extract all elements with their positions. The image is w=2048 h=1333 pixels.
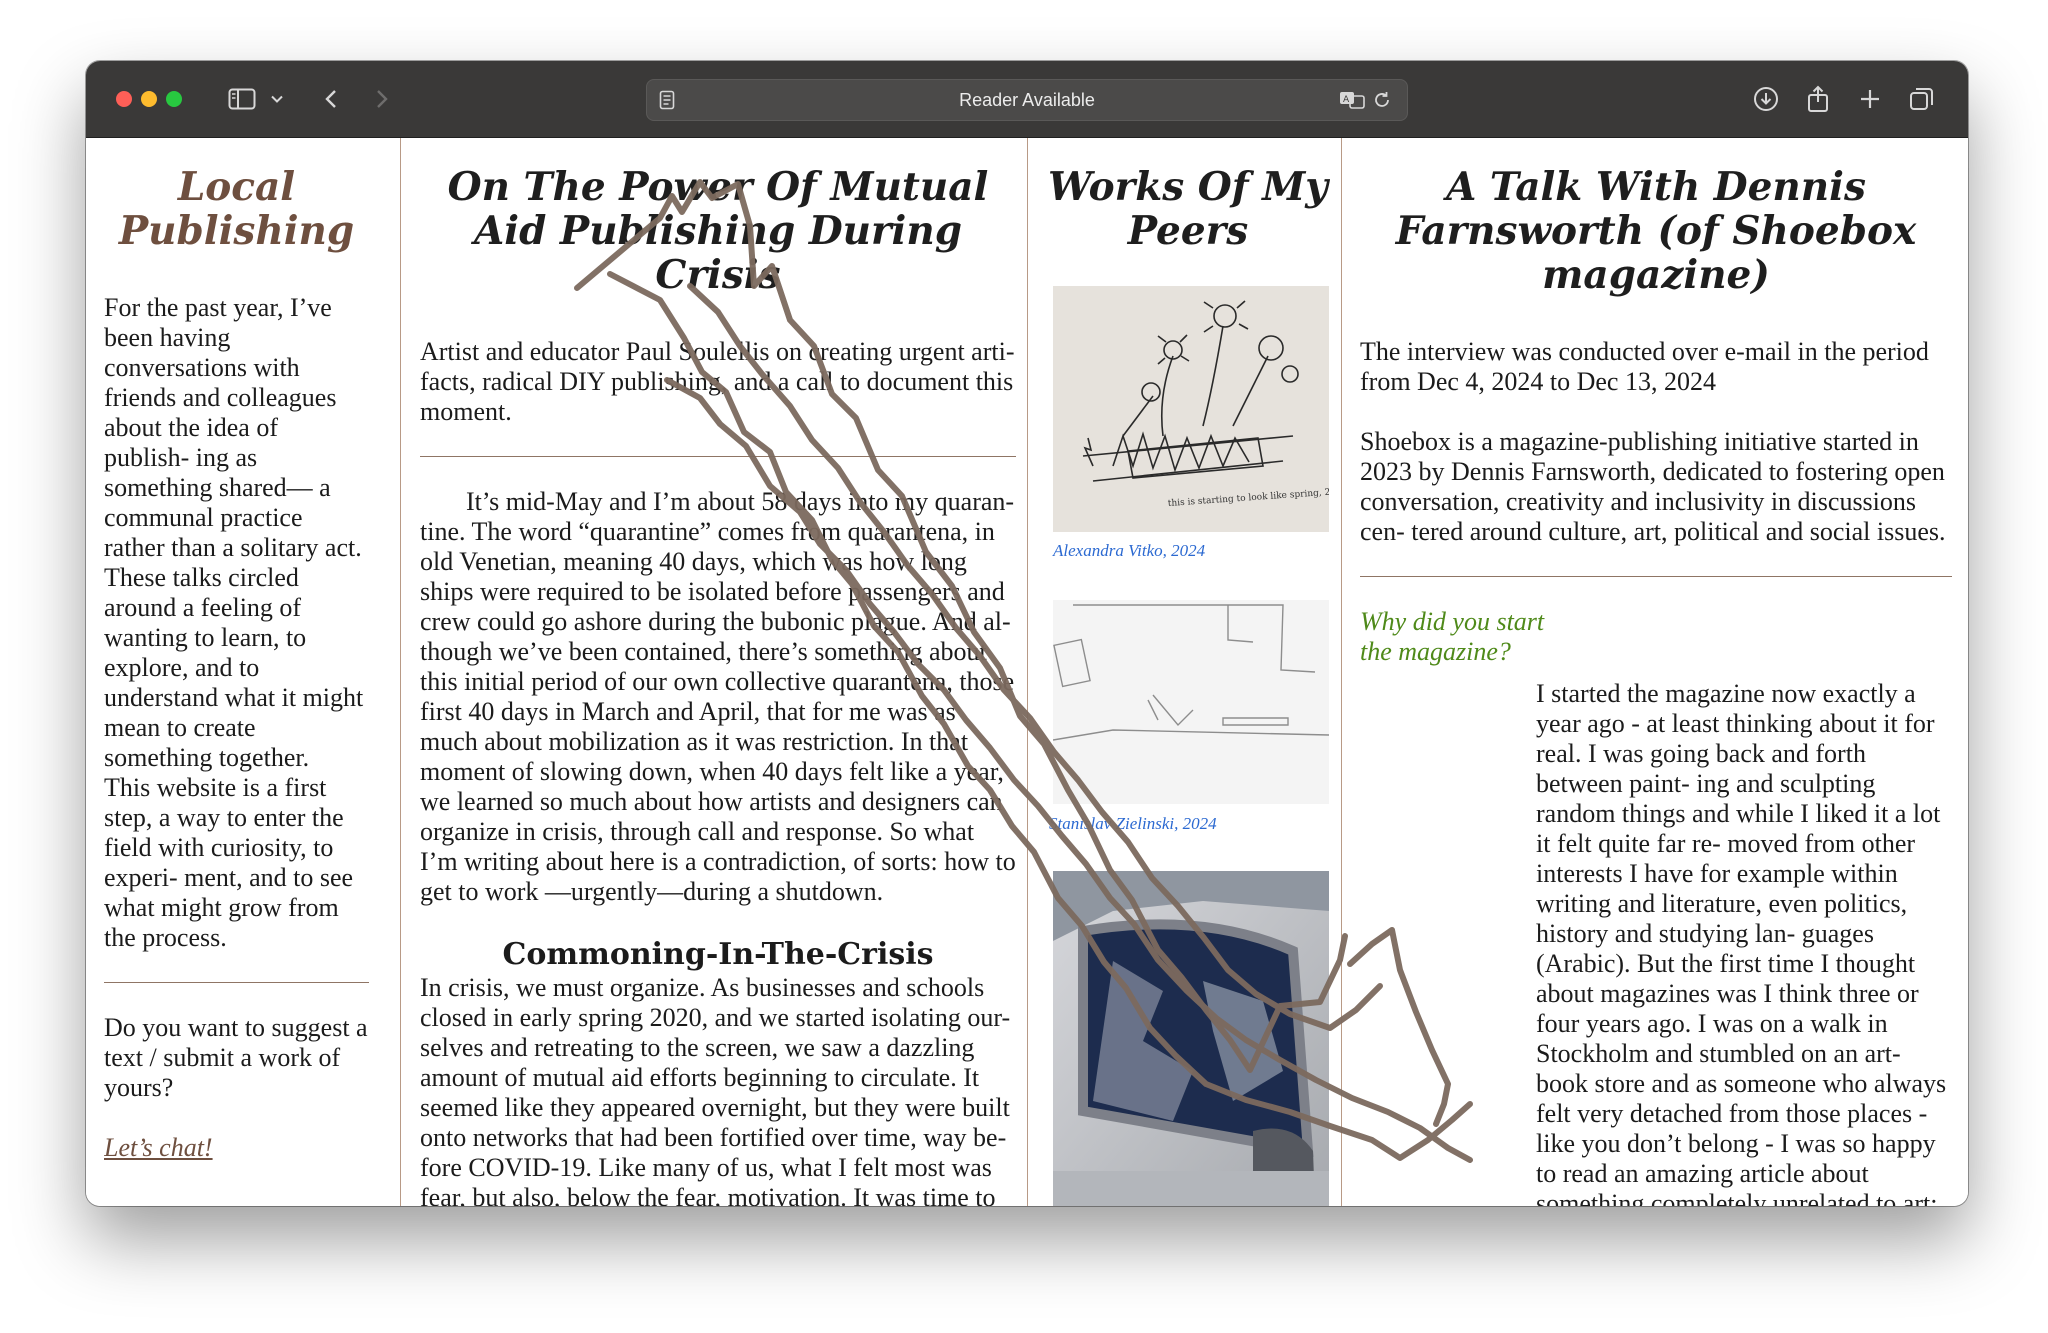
interview-answer: I started the magazine now exactly a yea… [1536,679,1947,1206]
sketch-note: this is starting to look like spring, 20… [1168,486,1329,509]
reload-icon[interactable] [1369,82,1395,118]
chevron-down-icon[interactable] [268,81,286,117]
divider [1360,576,1952,577]
divider [104,982,369,983]
flower-sketch-artwork[interactable]: this is starting to look like spring, 20… [1053,286,1330,532]
new-tab-icon[interactable] [1854,81,1886,117]
interview-question: Why did you start the magazine? [1360,607,1545,666]
suggest-text: Do you want to suggest a text / submit a… [104,1013,368,1102]
minimize-window-button[interactable] [141,91,157,107]
interview-date-intro: The interview was conducted over e-mail … [1360,337,1929,396]
zoom-window-button[interactable] [166,91,182,107]
url-text: Reader Available [959,90,1095,110]
address-bar[interactable]: Reader Available A [646,79,1408,121]
download-icon[interactable] [1750,81,1782,117]
works-of-peers-title: Works Of My Peers [1048,164,1328,254]
interview-column: A Talk With Dennis Farnsworth (of Shoebo… [1360,138,1952,1206]
local-publishing-intro-continued: This website is a first step, a way to e… [104,773,354,952]
works-of-peers-column: Works Of My Peers this is starting to lo… [1046,138,1330,1206]
share-icon[interactable] [1802,81,1834,117]
mutual-aid-title: On The Power Of Mutual Aid Publishing Du… [447,164,989,298]
car-window-photo-image [1053,871,1329,1206]
local-publishing-intro: For the past year, I’ve been having conv… [104,293,364,772]
shoebox-description: Shoebox is a magazine-publishing initiat… [1360,427,1946,546]
divider [420,456,1016,457]
local-publishing-column: Local Publishing For the past year, I’ve… [104,138,369,1206]
flower-sketch-drawing: this is starting to look like spring, 20… [1082,300,1330,509]
mutual-aid-column: On The Power Of Mutual Aid Publishing Du… [420,138,1016,1206]
translate-icon[interactable]: A [1337,82,1367,118]
lets-chat-link[interactable]: Let’s chat! [104,1133,369,1163]
column-divider [400,138,401,1206]
commoning-subheading: Commoning-In-The-Crisis [502,937,934,972]
artwork-caption-2: Stanislav Zielinski, 2024 [1049,814,1217,833]
car-window-photo[interactable] [1053,871,1329,1206]
interior-sketch-artwork[interactable] [1052,600,1330,804]
forward-icon[interactable] [370,81,394,117]
mutual-aid-paragraph-2: In crisis, we must organize. As business… [420,973,1011,1206]
mutual-aid-lead: Artist and educator Paul Soulellis on cr… [420,337,1015,426]
local-publishing-title: Local Publishing [118,164,355,254]
page-content: Local Publishing For the past year, I’ve… [86,138,1968,1206]
artwork-caption-1: Alexandra Vitko, 2024 [1053,541,1206,560]
interior-sketch-drawing [1052,604,1330,741]
column-divider [1027,138,1028,1206]
tabs-overview-icon[interactable] [1906,81,1938,117]
svg-text:A: A [1343,95,1350,105]
close-window-button[interactable] [116,91,132,107]
browser-window: Reader Available A Local Publishing For … [86,61,1968,1206]
sidebar-icon[interactable] [226,81,258,117]
interview-title: A Talk With Dennis Farnsworth (of Shoebo… [1395,164,1917,298]
back-icon[interactable] [319,81,343,117]
column-divider [1341,138,1342,1206]
browser-toolbar: Reader Available A [86,61,1968,138]
mutual-aid-paragraph-1: It’s mid-May and I’m about 58 days into … [420,487,1016,906]
